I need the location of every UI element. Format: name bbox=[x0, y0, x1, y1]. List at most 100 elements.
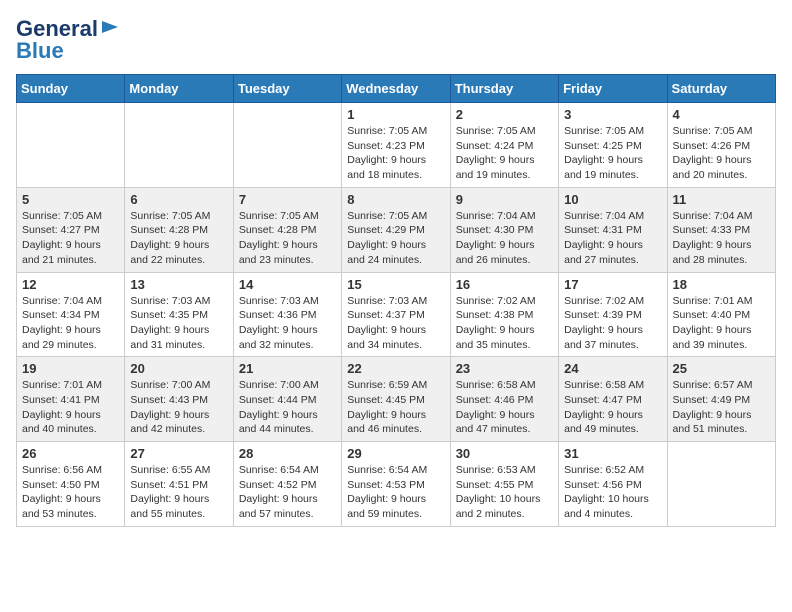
day-number: 10 bbox=[564, 192, 661, 207]
cell-info: Sunrise: 6:58 AMSunset: 4:46 PMDaylight:… bbox=[456, 379, 536, 435]
day-number: 13 bbox=[130, 277, 227, 292]
cell-info: Sunrise: 7:05 AMSunset: 4:28 PMDaylight:… bbox=[130, 210, 210, 266]
cell-info: Sunrise: 7:02 AMSunset: 4:38 PMDaylight:… bbox=[456, 295, 536, 351]
day-number: 22 bbox=[347, 361, 444, 376]
calendar-cell: 28 Sunrise: 6:54 AMSunset: 4:52 PMDaylig… bbox=[233, 442, 341, 527]
day-number: 4 bbox=[673, 107, 770, 122]
day-number: 24 bbox=[564, 361, 661, 376]
day-number: 30 bbox=[456, 446, 553, 461]
day-number: 11 bbox=[673, 192, 770, 207]
cell-info: Sunrise: 7:05 AMSunset: 4:25 PMDaylight:… bbox=[564, 125, 644, 181]
cell-info: Sunrise: 7:04 AMSunset: 4:30 PMDaylight:… bbox=[456, 210, 536, 266]
cell-info: Sunrise: 7:05 AMSunset: 4:26 PMDaylight:… bbox=[673, 125, 753, 181]
calendar-cell bbox=[233, 103, 341, 188]
cell-info: Sunrise: 6:55 AMSunset: 4:51 PMDaylight:… bbox=[130, 464, 210, 520]
day-number: 7 bbox=[239, 192, 336, 207]
day-number: 20 bbox=[130, 361, 227, 376]
cell-info: Sunrise: 6:58 AMSunset: 4:47 PMDaylight:… bbox=[564, 379, 644, 435]
cell-info: Sunrise: 7:00 AMSunset: 4:44 PMDaylight:… bbox=[239, 379, 319, 435]
day-number: 2 bbox=[456, 107, 553, 122]
cell-info: Sunrise: 7:05 AMSunset: 4:28 PMDaylight:… bbox=[239, 210, 319, 266]
cell-info: Sunrise: 7:04 AMSunset: 4:34 PMDaylight:… bbox=[22, 295, 102, 351]
calendar-cell: 1 Sunrise: 7:05 AMSunset: 4:23 PMDayligh… bbox=[342, 103, 450, 188]
day-number: 28 bbox=[239, 446, 336, 461]
calendar-cell: 18 Sunrise: 7:01 AMSunset: 4:40 PMDaylig… bbox=[667, 272, 775, 357]
logo-blue: Blue bbox=[16, 38, 64, 64]
calendar-week-row: 19 Sunrise: 7:01 AMSunset: 4:41 PMDaylig… bbox=[17, 357, 776, 442]
cell-info: Sunrise: 6:54 AMSunset: 4:53 PMDaylight:… bbox=[347, 464, 427, 520]
day-number: 29 bbox=[347, 446, 444, 461]
day-number: 23 bbox=[456, 361, 553, 376]
cell-info: Sunrise: 6:57 AMSunset: 4:49 PMDaylight:… bbox=[673, 379, 753, 435]
calendar-cell: 6 Sunrise: 7:05 AMSunset: 4:28 PMDayligh… bbox=[125, 187, 233, 272]
calendar-cell: 17 Sunrise: 7:02 AMSunset: 4:39 PMDaylig… bbox=[559, 272, 667, 357]
calendar-cell: 16 Sunrise: 7:02 AMSunset: 4:38 PMDaylig… bbox=[450, 272, 558, 357]
calendar-cell: 13 Sunrise: 7:03 AMSunset: 4:35 PMDaylig… bbox=[125, 272, 233, 357]
cell-info: Sunrise: 6:53 AMSunset: 4:55 PMDaylight:… bbox=[456, 464, 541, 520]
calendar-cell: 29 Sunrise: 6:54 AMSunset: 4:53 PMDaylig… bbox=[342, 442, 450, 527]
calendar-cell: 12 Sunrise: 7:04 AMSunset: 4:34 PMDaylig… bbox=[17, 272, 125, 357]
calendar-header-saturday: Saturday bbox=[667, 75, 775, 103]
day-number: 26 bbox=[22, 446, 119, 461]
page-header: General Blue bbox=[16, 16, 776, 64]
day-number: 15 bbox=[347, 277, 444, 292]
cell-info: Sunrise: 7:01 AMSunset: 4:41 PMDaylight:… bbox=[22, 379, 102, 435]
day-number: 25 bbox=[673, 361, 770, 376]
cell-info: Sunrise: 7:03 AMSunset: 4:35 PMDaylight:… bbox=[130, 295, 210, 351]
day-number: 14 bbox=[239, 277, 336, 292]
calendar-week-row: 1 Sunrise: 7:05 AMSunset: 4:23 PMDayligh… bbox=[17, 103, 776, 188]
cell-info: Sunrise: 7:05 AMSunset: 4:23 PMDaylight:… bbox=[347, 125, 427, 181]
day-number: 16 bbox=[456, 277, 553, 292]
cell-info: Sunrise: 7:03 AMSunset: 4:36 PMDaylight:… bbox=[239, 295, 319, 351]
day-number: 8 bbox=[347, 192, 444, 207]
calendar-cell: 14 Sunrise: 7:03 AMSunset: 4:36 PMDaylig… bbox=[233, 272, 341, 357]
calendar-cell: 7 Sunrise: 7:05 AMSunset: 4:28 PMDayligh… bbox=[233, 187, 341, 272]
calendar-cell: 20 Sunrise: 7:00 AMSunset: 4:43 PMDaylig… bbox=[125, 357, 233, 442]
day-number: 19 bbox=[22, 361, 119, 376]
calendar-cell: 26 Sunrise: 6:56 AMSunset: 4:50 PMDaylig… bbox=[17, 442, 125, 527]
cell-info: Sunrise: 6:59 AMSunset: 4:45 PMDaylight:… bbox=[347, 379, 427, 435]
calendar-header-thursday: Thursday bbox=[450, 75, 558, 103]
calendar-cell: 19 Sunrise: 7:01 AMSunset: 4:41 PMDaylig… bbox=[17, 357, 125, 442]
cell-info: Sunrise: 7:03 AMSunset: 4:37 PMDaylight:… bbox=[347, 295, 427, 351]
calendar-cell: 2 Sunrise: 7:05 AMSunset: 4:24 PMDayligh… bbox=[450, 103, 558, 188]
calendar-cell bbox=[17, 103, 125, 188]
day-number: 12 bbox=[22, 277, 119, 292]
day-number: 5 bbox=[22, 192, 119, 207]
calendar-cell: 27 Sunrise: 6:55 AMSunset: 4:51 PMDaylig… bbox=[125, 442, 233, 527]
cell-info: Sunrise: 6:56 AMSunset: 4:50 PMDaylight:… bbox=[22, 464, 102, 520]
cell-info: Sunrise: 7:05 AMSunset: 4:24 PMDaylight:… bbox=[456, 125, 536, 181]
calendar-header-sunday: Sunday bbox=[17, 75, 125, 103]
day-number: 21 bbox=[239, 361, 336, 376]
calendar-cell: 3 Sunrise: 7:05 AMSunset: 4:25 PMDayligh… bbox=[559, 103, 667, 188]
cell-info: Sunrise: 7:05 AMSunset: 4:29 PMDaylight:… bbox=[347, 210, 427, 266]
cell-info: Sunrise: 7:05 AMSunset: 4:27 PMDaylight:… bbox=[22, 210, 102, 266]
calendar-cell: 21 Sunrise: 7:00 AMSunset: 4:44 PMDaylig… bbox=[233, 357, 341, 442]
calendar-header-friday: Friday bbox=[559, 75, 667, 103]
cell-info: Sunrise: 6:52 AMSunset: 4:56 PMDaylight:… bbox=[564, 464, 649, 520]
calendar-week-row: 5 Sunrise: 7:05 AMSunset: 4:27 PMDayligh… bbox=[17, 187, 776, 272]
cell-info: Sunrise: 6:54 AMSunset: 4:52 PMDaylight:… bbox=[239, 464, 319, 520]
calendar-cell bbox=[667, 442, 775, 527]
cell-info: Sunrise: 7:04 AMSunset: 4:31 PMDaylight:… bbox=[564, 210, 644, 266]
cell-info: Sunrise: 7:02 AMSunset: 4:39 PMDaylight:… bbox=[564, 295, 644, 351]
calendar-cell: 8 Sunrise: 7:05 AMSunset: 4:29 PMDayligh… bbox=[342, 187, 450, 272]
calendar-cell: 5 Sunrise: 7:05 AMSunset: 4:27 PMDayligh… bbox=[17, 187, 125, 272]
calendar-header-tuesday: Tuesday bbox=[233, 75, 341, 103]
calendar-cell: 24 Sunrise: 6:58 AMSunset: 4:47 PMDaylig… bbox=[559, 357, 667, 442]
calendar-cell: 15 Sunrise: 7:03 AMSunset: 4:37 PMDaylig… bbox=[342, 272, 450, 357]
calendar-table: SundayMondayTuesdayWednesdayThursdayFrid… bbox=[16, 74, 776, 527]
calendar-cell: 25 Sunrise: 6:57 AMSunset: 4:49 PMDaylig… bbox=[667, 357, 775, 442]
day-number: 3 bbox=[564, 107, 661, 122]
calendar-cell: 11 Sunrise: 7:04 AMSunset: 4:33 PMDaylig… bbox=[667, 187, 775, 272]
logo-flag-icon bbox=[100, 19, 120, 39]
calendar-week-row: 12 Sunrise: 7:04 AMSunset: 4:34 PMDaylig… bbox=[17, 272, 776, 357]
calendar-cell: 23 Sunrise: 6:58 AMSunset: 4:46 PMDaylig… bbox=[450, 357, 558, 442]
day-number: 31 bbox=[564, 446, 661, 461]
day-number: 6 bbox=[130, 192, 227, 207]
cell-info: Sunrise: 7:01 AMSunset: 4:40 PMDaylight:… bbox=[673, 295, 753, 351]
calendar-header-wednesday: Wednesday bbox=[342, 75, 450, 103]
calendar-week-row: 26 Sunrise: 6:56 AMSunset: 4:50 PMDaylig… bbox=[17, 442, 776, 527]
calendar-header-monday: Monday bbox=[125, 75, 233, 103]
calendar-cell bbox=[125, 103, 233, 188]
